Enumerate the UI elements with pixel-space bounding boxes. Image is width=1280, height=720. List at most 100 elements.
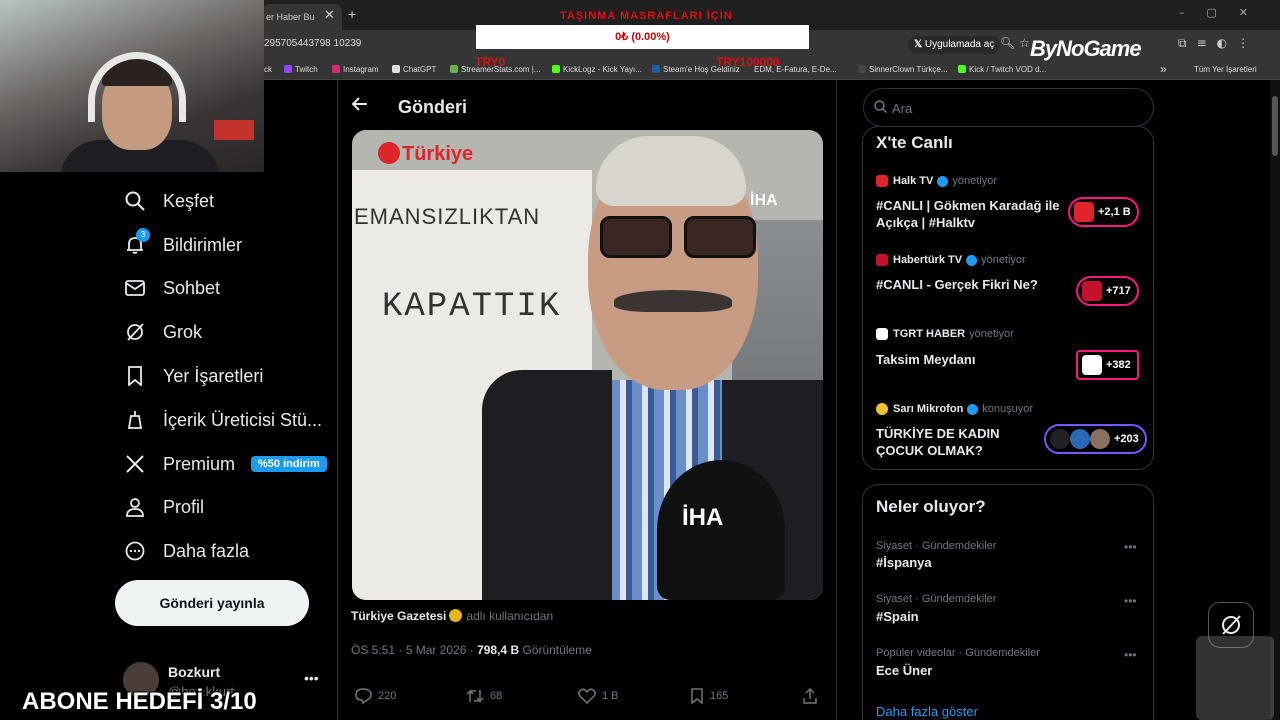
post-author[interactable]: Türkiye Gazetesi adlı kullanıcıdan bbox=[351, 609, 553, 623]
donation-max-label: TRY100000 bbox=[716, 55, 780, 69]
all-bookmarks[interactable]: Tüm Yer İşaretleri bbox=[1194, 65, 1257, 74]
kick-icon bbox=[958, 65, 966, 73]
scrollbar-thumb[interactable] bbox=[1272, 96, 1278, 156]
live-listeners-pill[interactable]: +382 bbox=[1076, 350, 1139, 380]
trend-name[interactable]: #Spain bbox=[876, 609, 919, 624]
post-button[interactable]: Gönderi yayınla bbox=[115, 580, 309, 626]
trend-category: Siyaset · Gündemdekiler bbox=[876, 593, 997, 605]
sidebar-item-profile[interactable]: Profil bbox=[124, 492, 204, 522]
sidebar-item-label: Daha fazla bbox=[163, 540, 250, 561]
close-tab-icon[interactable]: ✕ bbox=[324, 7, 335, 23]
trend-more-icon[interactable]: ••• bbox=[1124, 540, 1137, 554]
live-title[interactable]: Taksim Meydanı bbox=[876, 351, 1061, 368]
reply-button[interactable]: 220 bbox=[355, 688, 396, 704]
trend-category: Popüler videolar · Gündemdekiler bbox=[876, 647, 1040, 659]
live-avatar bbox=[1082, 281, 1102, 301]
trend-more-icon[interactable]: ••• bbox=[1124, 594, 1137, 608]
page-title: Gönderi bbox=[398, 97, 468, 117]
creator-icon bbox=[124, 409, 146, 431]
trends-panel-title: Neler oluyor? bbox=[876, 497, 986, 516]
tab-title: er Haber Bu bbox=[266, 12, 315, 22]
sidebar-item-premium[interactable]: Premium %50 indirim bbox=[124, 449, 327, 479]
live-title[interactable]: TÜRKİYE DE KADIN ÇOCUK OLMAK? bbox=[876, 425, 1046, 459]
bookmark-cut[interactable]: ck bbox=[264, 65, 272, 74]
repost-button[interactable]: 68 bbox=[466, 688, 502, 704]
bookmark-item[interactable]: Instagram bbox=[332, 65, 379, 74]
search-input[interactable]: Ara bbox=[863, 88, 1154, 127]
live-title[interactable]: #CANLI | Gökmen Karadağ ile Açıkça | #Ha… bbox=[876, 197, 1061, 231]
sidebar-item-creator-studio[interactable]: İçerik Üreticisi Stü... bbox=[124, 405, 322, 435]
new-tab-icon[interactable]: + bbox=[348, 6, 356, 22]
twitch-icon bbox=[284, 65, 292, 73]
trend-name[interactable]: #İspanya bbox=[876, 555, 932, 570]
verified-icon bbox=[937, 175, 949, 187]
live-listeners-pill[interactable]: +717 bbox=[1076, 276, 1139, 306]
bookmark-item[interactable]: KickLogz - Kick Yayı... bbox=[552, 65, 642, 74]
steam-icon bbox=[652, 65, 660, 73]
bookmark-item[interactable]: Twitch bbox=[284, 65, 318, 74]
open-in-app-button[interactable]: 𝕏 Uygulamada aç bbox=[908, 36, 1001, 54]
bookmark-item[interactable]: ChatGPT bbox=[392, 65, 436, 74]
donation-goal-title: TAŞINMA MASRAFLARI İÇİN bbox=[560, 10, 733, 22]
author-name[interactable]: Türkiye Gazetesi bbox=[351, 609, 446, 623]
turkiye-logo: Türkiye bbox=[378, 142, 473, 166]
post-time[interactable]: ÖS 5:51 · 5 Mar 2026 · bbox=[351, 643, 474, 657]
live-source[interactable]: Halk TV yönetiyor bbox=[876, 175, 997, 187]
post-video[interactable]: EMANSIZLIKTAN KAPATTIK İHA Türkiye İHA bbox=[352, 130, 823, 600]
tgrt-logo bbox=[876, 328, 888, 340]
sidebar-item-label: Sohbet bbox=[163, 277, 221, 298]
url-text[interactable]: 295705443798 10239 bbox=[264, 38, 361, 49]
post-meta: ÖS 5:51 · 5 Mar 2026 · 798,4 B Görüntüle… bbox=[351, 643, 592, 657]
kicklogz-icon bbox=[552, 65, 560, 73]
like-button[interactable]: 1 B bbox=[578, 688, 619, 704]
verified-gold-icon bbox=[449, 609, 463, 622]
search-icon bbox=[874, 100, 888, 118]
show-more-link[interactable]: Daha fazla göster bbox=[876, 704, 978, 719]
back-arrow-icon[interactable] bbox=[351, 97, 368, 116]
notification-badge: 3 bbox=[136, 228, 150, 242]
share-button[interactable] bbox=[802, 688, 824, 704]
sinnerclown-icon bbox=[858, 65, 866, 73]
bookmark-item[interactable]: Kick / Twitch VOD d... bbox=[958, 65, 1046, 74]
window-controls[interactable]: –▢✕ bbox=[1179, 6, 1270, 19]
messages-drawer[interactable] bbox=[1196, 636, 1274, 720]
sidebar-item-label: Profil bbox=[163, 496, 205, 517]
bookmark-item[interactable]: SinnerClown Türkçe... bbox=[858, 65, 948, 74]
account-menu-icon[interactable]: ••• bbox=[304, 670, 319, 686]
space-listeners-pill[interactable]: +203 bbox=[1044, 424, 1147, 454]
live-listeners-pill[interactable]: +2,1 B bbox=[1068, 197, 1139, 227]
extension-icons[interactable]: ⧉≡◐⋮ bbox=[1178, 36, 1259, 51]
sidebar-item-grok[interactable]: Grok bbox=[124, 317, 202, 347]
sidebar-item-explore[interactable]: Keşfet bbox=[124, 186, 214, 216]
author-sub: adlı kullanıcıdan bbox=[466, 609, 554, 623]
live-source[interactable]: TGRT HABER yönetiyor bbox=[876, 328, 1014, 340]
iha-logo: İHA bbox=[750, 192, 778, 209]
x-icon bbox=[124, 453, 146, 475]
sidebar-item-chat[interactable]: Sohbet bbox=[124, 273, 220, 303]
views-label: Görüntüleme bbox=[522, 643, 592, 657]
sidebar-item-label: Grok bbox=[163, 321, 203, 342]
profile-name[interactable]: Bozkurt bbox=[168, 664, 220, 680]
live-avatar bbox=[1074, 202, 1094, 222]
trend-more-icon[interactable]: ••• bbox=[1124, 648, 1137, 662]
mail-icon bbox=[124, 277, 146, 299]
live-avatar bbox=[1090, 429, 1110, 449]
bookmark-icon bbox=[691, 688, 703, 704]
grok-icon bbox=[1222, 615, 1241, 635]
halktv-logo bbox=[876, 175, 888, 187]
live-source[interactable]: Habertürk TV yönetiyor bbox=[876, 254, 1026, 266]
bookmarks-overflow-icon[interactable]: » bbox=[1160, 62, 1167, 76]
live-source[interactable]: Sarı Mikrofon konuşuyor bbox=[876, 403, 1033, 415]
sign-text-line1: EMANSIZLIKTAN bbox=[354, 204, 541, 229]
sidebar-item-more[interactable]: Daha fazla bbox=[124, 536, 249, 566]
live-title[interactable]: #CANLI - Gerçek Fikri Ne? bbox=[876, 276, 1061, 293]
bookmark-button[interactable]: 165 bbox=[690, 688, 728, 704]
bookmark-icon bbox=[124, 365, 146, 387]
sidebar-item-label: Premium bbox=[163, 453, 236, 474]
trend-name[interactable]: Ece Üner bbox=[876, 663, 932, 678]
zoom-icon[interactable]: 🔍︎ ☆ bbox=[1000, 36, 1030, 50]
sidebar-item-bookmarks[interactable]: Yer İşaretleri bbox=[124, 361, 263, 391]
scrollbar[interactable] bbox=[1270, 80, 1280, 720]
trend-category: Siyaset · Gündemdekiler bbox=[876, 540, 997, 552]
live-panel-title: X'te Canlı bbox=[876, 133, 953, 152]
